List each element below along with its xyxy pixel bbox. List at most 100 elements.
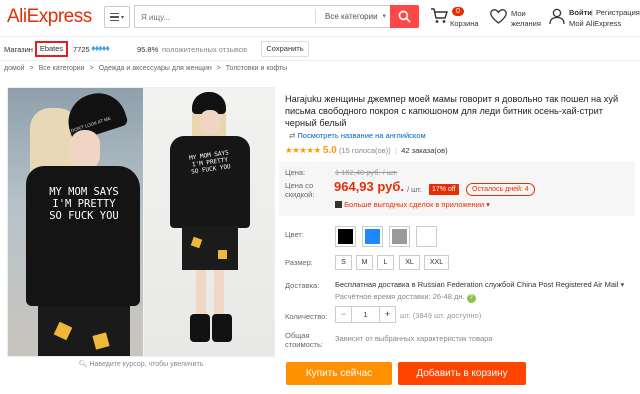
swatch-fill (392, 229, 407, 244)
app-deals-link[interactable]: Больше выгодных сделок в приложении ▾ (335, 200, 490, 209)
shop-label: Магазин (4, 45, 33, 54)
color-swatch-white[interactable] (416, 226, 437, 247)
zoom-hint: 🔍︎ Наведите курсор, чтобы увеличить (7, 360, 275, 368)
shop-name-link[interactable]: Ebates (35, 41, 68, 57)
color-swatch-blue[interactable] (362, 226, 383, 247)
size-option-s[interactable]: S (335, 255, 352, 270)
size-option-l[interactable]: L (377, 255, 394, 270)
search-bar: Все категории ▾ (134, 5, 390, 28)
store-score: 7725 (73, 45, 90, 54)
swatch-fill (365, 229, 380, 244)
chevron-down-icon: ▾ (382, 13, 386, 20)
wishlist-label-line2: желания (511, 19, 541, 28)
days-left-badge: Осталось дней: 4 (466, 183, 535, 196)
total-price-text: Зависит от выбранных характеристик товар… (335, 334, 493, 343)
search-button[interactable] (390, 5, 419, 28)
delivery-option[interactable]: Бесплатная доставка в Russian Federation… (335, 280, 624, 289)
discount-price-label-line1: Цена со (285, 181, 314, 190)
size-option-m[interactable]: M (356, 255, 373, 270)
breadcrumb-separator: > (29, 65, 34, 72)
category-menu-button[interactable]: ▾ (104, 6, 130, 28)
breadcrumb-separator: > (89, 65, 94, 72)
account-link[interactable]: Войти | Регистрация Мой AliExpress (549, 4, 640, 34)
breadcrumb-home[interactable]: домой (4, 65, 25, 72)
menu-icon (109, 12, 119, 22)
chevron-down-icon: ▾ (486, 200, 490, 209)
product-photo-left: DON'T LOOK AT ME MY MOM SAYS I'M PRETTY … (8, 88, 143, 356)
heart-icon (490, 9, 507, 24)
category-select-label: Все категории (325, 12, 378, 21)
size-option-xl[interactable]: XL (399, 255, 420, 270)
delivery-text: Бесплатная доставка в Russian Federation… (335, 280, 619, 289)
register-link[interactable]: Регистрация (596, 8, 640, 17)
sweatshirt-print: MY MOM SAYS I'M PRETTY SO FUCK YOU (32, 186, 136, 222)
model-legs (196, 270, 206, 316)
login-link[interactable]: Войти (569, 8, 592, 17)
translate-icon: ⇄ (289, 131, 296, 140)
quantity-label: Количество: (285, 312, 328, 321)
increase-quantity-button[interactable]: + (379, 307, 395, 322)
breadcrumb-separator: > (216, 65, 221, 72)
print-line-2: I'M PRETTY (52, 198, 116, 210)
cart-label: Корзина (450, 19, 479, 28)
price-unit: / шт. (407, 185, 422, 194)
product-photo-right: MY MOM SAYS I'M PRETTY SO FUCK YOU (144, 88, 274, 356)
orders-count: 42 заказа(ов) (401, 146, 448, 155)
color-swatch-black[interactable] (335, 226, 356, 247)
breadcrumb: домой > Все категории > Одежда и аксессу… (4, 65, 287, 72)
view-english-link[interactable]: ⇄ Посмотреть название на английском (289, 131, 426, 140)
breadcrumb-hoodies[interactable]: Толстовки и кофты (226, 65, 287, 72)
color-label: Цвет: (285, 230, 304, 239)
save-store-button[interactable]: Сохранить (261, 41, 309, 57)
discount-price-label-line2: скидкой: (285, 190, 315, 199)
old-price: 1 162,40 руб. / шт. (335, 168, 398, 177)
cart-link[interactable]: 0 Корзина (430, 4, 482, 34)
model-face (200, 110, 220, 134)
quantity-input[interactable]: 1 (352, 307, 379, 322)
product-gallery[interactable]: DON'T LOOK AT ME MY MOM SAYS I'M PRETTY … (7, 87, 275, 357)
print-line-1: MY MOM SAYS (49, 186, 119, 198)
positive-feedback-label: положительных отзывов (162, 45, 248, 54)
site-header: AliExpress ▾ Все категории ▾ 0 Корзина (0, 0, 640, 37)
breadcrumb-women-clothing[interactable]: Одежда и аксессуары для женщин (99, 65, 212, 72)
sneaker (212, 314, 232, 342)
color-swatch-gray[interactable] (389, 226, 410, 247)
buy-now-button[interactable]: Купить сейчас (286, 362, 392, 385)
print-line-3: SO FUCK YOU (49, 210, 119, 222)
total-label-line2: стоимость: (285, 340, 323, 349)
my-aliexpress-link[interactable]: Мой AliExpress (569, 19, 621, 28)
add-to-cart-button[interactable]: Добавить в корзину (398, 362, 526, 385)
divider: | (394, 146, 397, 155)
decrease-quantity-button[interactable]: − (336, 307, 352, 322)
divider: | (591, 8, 593, 17)
search-input[interactable] (141, 11, 306, 23)
zoom-hint-text: Наведите курсор, чтобы увеличить (89, 361, 204, 368)
model-legs (214, 270, 224, 316)
aliexpress-logo[interactable]: AliExpress (7, 6, 92, 28)
size-label: Размер: (285, 258, 313, 267)
positive-percent: 95.8% (137, 45, 159, 54)
total-label-line1: Общая (285, 331, 310, 340)
rating-value: 5.0 (322, 145, 337, 156)
current-price: 964,93 руб. (334, 179, 405, 194)
quantity-stepper: − 1 + (335, 306, 396, 323)
delivery-label: Доставка: (285, 281, 320, 290)
chevron-down-icon: ▾ (120, 14, 124, 21)
user-icon (549, 8, 565, 25)
chevron-down-icon: ▾ (620, 280, 625, 289)
votes-link[interactable]: (15 голоса(ов)) (339, 146, 391, 155)
view-english-label: Посмотреть название на английском (297, 131, 426, 140)
breadcrumb-all-categories[interactable]: Все категории (39, 65, 85, 72)
size-option-xxl[interactable]: XXL (424, 255, 449, 270)
swatch-fill (338, 229, 353, 244)
discount-badge: 17% off (429, 184, 459, 195)
swatch-fill (419, 229, 434, 244)
search-icon: 🔍︎ (78, 361, 88, 368)
wishlist-link[interactable]: Мои желания (490, 4, 541, 34)
category-select[interactable]: Все категории ▾ (315, 9, 390, 24)
pizza-skirt (182, 226, 238, 270)
quantity-available: шт. (3849 шт. доступно) (400, 311, 482, 320)
sneaker (190, 314, 210, 342)
pizza-skirt (38, 306, 130, 356)
help-icon[interactable]: ? (466, 294, 476, 303)
